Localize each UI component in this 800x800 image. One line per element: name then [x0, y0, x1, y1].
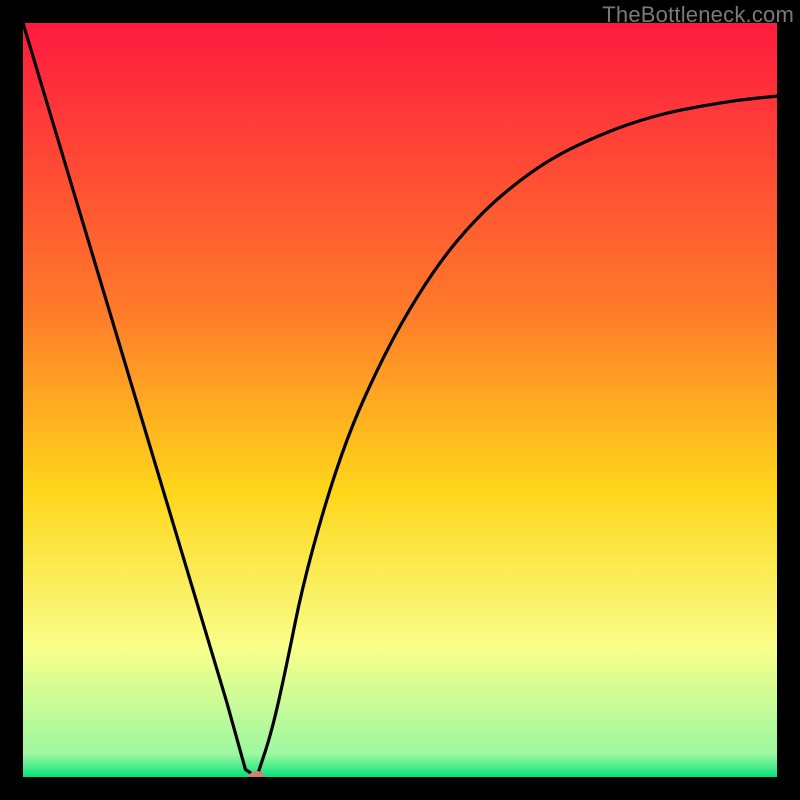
chart-frame — [23, 23, 777, 777]
bottleneck-chart — [23, 23, 777, 777]
site-watermark: TheBottleneck.com — [602, 2, 794, 28]
